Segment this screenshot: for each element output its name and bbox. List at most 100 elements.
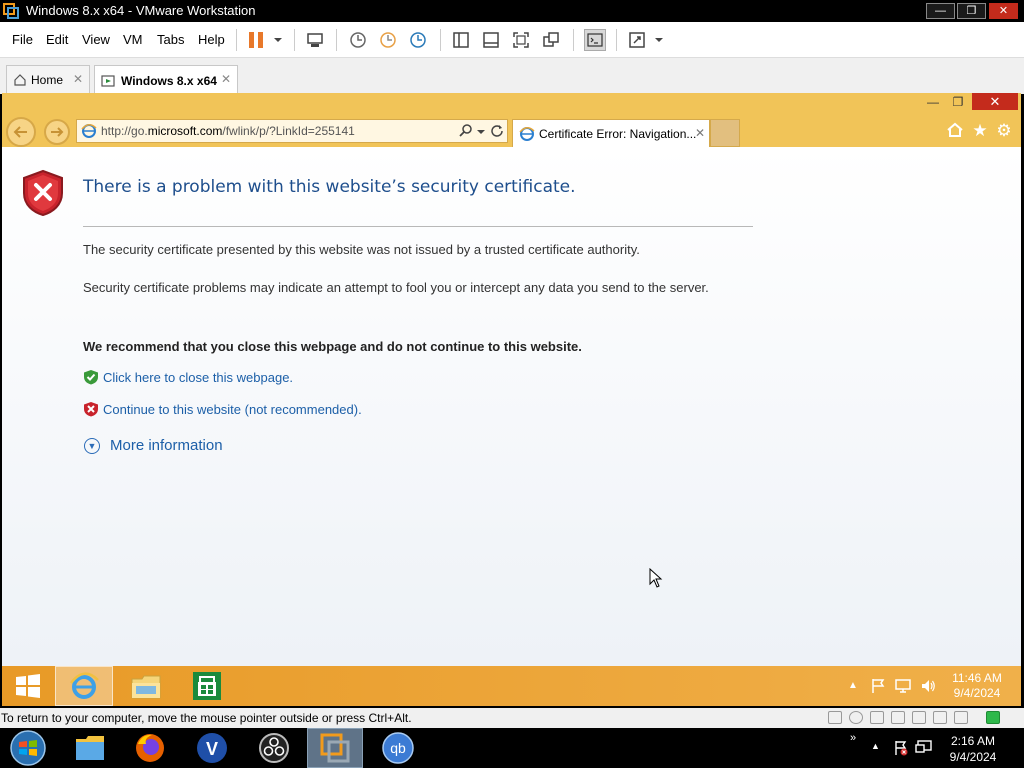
address-bar[interactable]: http://go.microsoft.com/fwlink/p/?LinkId… bbox=[76, 119, 508, 143]
search-icon[interactable] bbox=[459, 123, 473, 140]
menu-tabs[interactable]: Tabs bbox=[157, 32, 184, 47]
close-button[interactable]: ✕ bbox=[989, 3, 1018, 19]
host-date: 9/4/2024 bbox=[949, 750, 997, 764]
ie-tab-certificate-error[interactable]: Certificate Error: Navigation... ✕ bbox=[512, 119, 710, 147]
mouse-pointer-icon bbox=[649, 568, 663, 588]
menu-edit[interactable]: Edit bbox=[46, 32, 68, 47]
folder-icon[interactable] bbox=[62, 728, 118, 768]
show-hidden-icons-icon[interactable]: ▲ bbox=[871, 741, 880, 751]
tab-windows-8-label: Windows 8.x x64 bbox=[121, 73, 217, 88]
stretch-guest-icon[interactable] bbox=[627, 30, 647, 50]
ie-minimize-button[interactable]: — bbox=[922, 95, 944, 109]
home-icon[interactable] bbox=[946, 122, 964, 140]
printer-status-icon[interactable] bbox=[912, 711, 926, 724]
qbittorrent-icon[interactable]: qb bbox=[370, 728, 426, 768]
cd-status-icon[interactable] bbox=[849, 711, 863, 724]
hdd-status-icon[interactable] bbox=[828, 711, 842, 724]
close-tab-icon[interactable]: ✕ bbox=[73, 72, 83, 86]
chevron-down-icon[interactable] bbox=[477, 125, 485, 139]
divider bbox=[83, 226, 753, 227]
close-webpage-link[interactable]: Click here to close this webpage. bbox=[83, 369, 293, 385]
firefox-icon[interactable] bbox=[122, 728, 178, 768]
forward-button[interactable] bbox=[44, 119, 70, 145]
more-information-label[interactable]: More information bbox=[110, 437, 223, 454]
close-tab-icon[interactable]: ✕ bbox=[221, 72, 231, 86]
ie-page-icon bbox=[81, 124, 97, 138]
sidebar-view-icon[interactable] bbox=[451, 30, 471, 50]
show-hidden-icons-icon[interactable]: ▲ bbox=[848, 680, 858, 691]
guest-taskbar: ▲ 11:46 AM 9/4/2024 bbox=[2, 666, 1021, 706]
continue-website-label[interactable]: Continue to this website (not recommende… bbox=[103, 402, 362, 417]
expand-chevron-icon: ▼ bbox=[84, 437, 100, 454]
ie-restore-button[interactable]: ❐ bbox=[947, 95, 969, 109]
file-explorer-icon[interactable] bbox=[117, 666, 175, 706]
tab-home[interactable]: Home ✕ bbox=[6, 65, 90, 94]
toolbar-separator bbox=[336, 29, 337, 51]
double-chevron-icon[interactable]: » bbox=[850, 732, 856, 744]
store-icon[interactable] bbox=[178, 666, 236, 706]
send-keys-icon[interactable] bbox=[305, 30, 325, 50]
internet-explorer-icon[interactable] bbox=[55, 666, 113, 706]
toolbar-separator bbox=[294, 29, 295, 51]
more-information-toggle[interactable]: ▼ More information bbox=[84, 437, 223, 454]
menu-view[interactable]: View bbox=[82, 32, 110, 47]
home-icon bbox=[14, 74, 26, 86]
red-shield-x-icon bbox=[84, 402, 98, 417]
tab-home-label: Home bbox=[31, 73, 64, 87]
continue-website-link[interactable]: Continue to this website (not recommende… bbox=[83, 401, 362, 417]
revert-snapshot-icon[interactable] bbox=[378, 30, 398, 50]
address-url: http://go.microsoft.com/fwlink/p/?LinkId… bbox=[101, 124, 355, 138]
menu-file[interactable]: File bbox=[12, 32, 33, 47]
floppy-status-icon[interactable] bbox=[870, 711, 884, 724]
usb-status-icon[interactable] bbox=[954, 711, 968, 724]
menu-help[interactable]: Help bbox=[198, 32, 225, 47]
restore-button[interactable]: ❐ bbox=[957, 3, 986, 19]
new-tab-button[interactable] bbox=[710, 119, 740, 147]
refresh-icon[interactable] bbox=[490, 123, 504, 140]
network-warning-icon[interactable] bbox=[893, 740, 909, 759]
window-title: Windows 8.x x64 - VMware Workstation bbox=[26, 3, 256, 18]
host-clock[interactable]: 2:16 AM 9/4/2024 bbox=[940, 733, 1006, 765]
guest-clock[interactable]: 11:46 AM 9/4/2024 bbox=[942, 671, 1012, 701]
favorites-star-icon[interactable]: ★ bbox=[971, 122, 989, 140]
full-screen-icon[interactable] bbox=[511, 30, 531, 50]
para-untrusted-authority: The security certificate presented by th… bbox=[83, 242, 640, 257]
chevron-down-icon[interactable] bbox=[268, 30, 288, 50]
close-tab-icon[interactable]: ✕ bbox=[695, 126, 705, 140]
snapshot-manager-icon[interactable] bbox=[408, 30, 428, 50]
ie-close-button[interactable]: ✕ bbox=[972, 93, 1018, 110]
monitor-icon[interactable] bbox=[915, 740, 933, 759]
toolbar-separator bbox=[616, 29, 617, 51]
recommendation-text: We recommend that you close this webpage… bbox=[83, 339, 582, 354]
ie-window-frame: — ❐ ✕ http://go.microsoft.com/fwlink/p/?… bbox=[2, 93, 1021, 147]
back-button[interactable] bbox=[6, 117, 36, 147]
snapshot-icon[interactable] bbox=[348, 30, 368, 50]
vmware-status-bar: To return to your computer, move the mou… bbox=[0, 708, 1024, 728]
toolbar-separator bbox=[440, 29, 441, 51]
network-status-icon[interactable] bbox=[891, 711, 905, 724]
thumbnail-bar-icon[interactable] bbox=[481, 30, 501, 50]
gear-icon[interactable]: ⚙ bbox=[995, 122, 1013, 140]
page-content: There is a problem with this website’s s… bbox=[2, 147, 1021, 666]
console-view-icon[interactable] bbox=[584, 29, 606, 51]
vmware-icon[interactable] bbox=[307, 728, 363, 768]
action-center-flag-icon[interactable] bbox=[870, 678, 886, 697]
start-icon[interactable] bbox=[2, 666, 54, 706]
close-webpage-label[interactable]: Click here to close this webpage. bbox=[103, 370, 293, 385]
guest-screen[interactable]: — ❐ ✕ http://go.microsoft.com/fwlink/p/?… bbox=[2, 93, 1021, 706]
toolbar-separator bbox=[236, 29, 237, 51]
minimize-button[interactable]: — bbox=[926, 3, 955, 19]
page-title: There is a problem with this website’s s… bbox=[83, 177, 576, 197]
v-app-icon[interactable]: V bbox=[184, 728, 240, 768]
chevron-down-icon[interactable] bbox=[649, 30, 669, 50]
start-orb-icon[interactable] bbox=[0, 728, 56, 768]
message-log-icon[interactable] bbox=[986, 711, 1000, 724]
sound-status-icon[interactable] bbox=[933, 711, 947, 724]
network-icon[interactable] bbox=[894, 678, 912, 697]
unity-icon[interactable] bbox=[541, 30, 561, 50]
tab-windows-8[interactable]: Windows 8.x x64 ✕ bbox=[94, 65, 238, 95]
obs-icon[interactable] bbox=[246, 728, 302, 768]
volume-icon[interactable] bbox=[920, 678, 936, 697]
pause-icon[interactable] bbox=[246, 30, 266, 50]
menu-vm[interactable]: VM bbox=[123, 32, 143, 47]
